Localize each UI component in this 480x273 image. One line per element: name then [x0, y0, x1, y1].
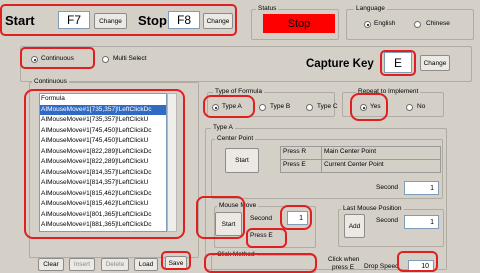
- type-b-label: Type B: [270, 103, 291, 110]
- load-button[interactable]: Load: [134, 258, 158, 271]
- mouse-move-second-highlight: [280, 205, 312, 230]
- radio-english[interactable]: [364, 21, 371, 28]
- capture-key-label: Capture Key: [306, 58, 374, 70]
- radio-type-b[interactable]: [259, 104, 266, 111]
- mouse-move-second-label: Second: [250, 215, 273, 222]
- formula-list-highlight: [24, 89, 185, 239]
- press-r-cell: Press R: [280, 146, 322, 160]
- radio-chinese[interactable]: [414, 21, 421, 28]
- language-caption: Language: [354, 5, 387, 12]
- multi-select-label: Multi Select: [113, 55, 147, 62]
- drop-speed-highlight: [397, 251, 438, 272]
- last-mouse-second-field[interactable]: 1: [404, 215, 439, 229]
- save-highlight: [161, 251, 191, 270]
- continuous-highlight: [20, 47, 95, 69]
- last-mouse-add-button[interactable]: Add: [344, 214, 365, 238]
- center-point-caption: Center Point: [215, 135, 256, 142]
- last-mouse-caption: Last Mouse Position: [341, 205, 404, 212]
- radio-multi-select[interactable]: [102, 56, 109, 63]
- status-caption: Status: [256, 5, 279, 12]
- radio-type-c[interactable]: [306, 104, 313, 111]
- click-method-highlight: [204, 253, 317, 273]
- type-a-highlight: [203, 95, 255, 118]
- status-indicator: Stop: [263, 14, 335, 33]
- chinese-label: Chinese: [426, 20, 450, 27]
- main-center-point-cell: Main Center Point: [321, 146, 441, 160]
- continuous-group-caption: Continuous: [32, 78, 69, 85]
- center-second-field[interactable]: 1: [404, 181, 439, 195]
- clear-button[interactable]: Clear: [38, 258, 64, 271]
- current-center-point-cell: Current Center Point: [321, 159, 441, 173]
- hotkey-highlight: [0, 4, 237, 36]
- press-e-cell: Press E: [280, 159, 322, 173]
- delete-button[interactable]: Delete: [101, 258, 129, 271]
- press-e-highlight: [246, 228, 287, 248]
- radio-no[interactable]: [406, 104, 413, 111]
- yes-highlight: [350, 93, 388, 121]
- center-second-label: Second: [376, 184, 399, 191]
- formula-type-caption: Type of Formula: [213, 88, 264, 95]
- center-point-start-button[interactable]: Start: [225, 148, 259, 173]
- no-label: No: [417, 103, 426, 110]
- mouse-move-start-highlight: [196, 196, 245, 239]
- type-a-caption: Type A: [211, 124, 235, 131]
- capture-change-button[interactable]: Change: [420, 55, 450, 71]
- english-label: English: [374, 20, 396, 27]
- capture-key-highlight: [380, 50, 416, 76]
- drop-speed-label: Drop Speed: [364, 263, 399, 270]
- last-mouse-second-label: Second: [376, 217, 399, 224]
- type-c-label: Type C: [317, 103, 338, 110]
- click-when-label: Click when: [328, 256, 360, 263]
- insert-button[interactable]: Insert: [69, 258, 95, 271]
